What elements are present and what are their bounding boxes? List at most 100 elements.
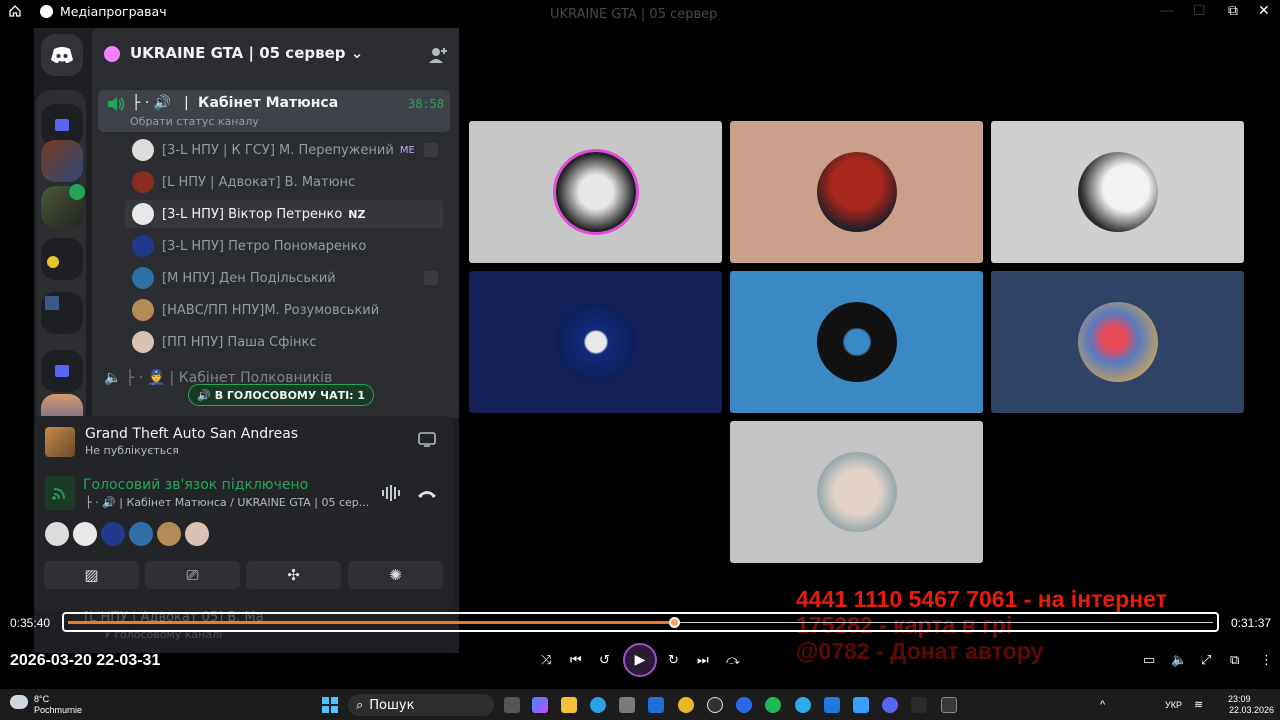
copilot-icon[interactable] [532,697,548,713]
previous-icon[interactable]: ⏮ [570,653,582,668]
voice-connected-channel[interactable]: ├ · 🔊 | Кабінет Матюнса / UKRAINE GTA | … [85,496,369,509]
clock-time[interactable]: 23:09 [1228,694,1251,704]
soundboard-button[interactable]: ✺ [348,561,443,589]
avatar [555,152,636,232]
member-item-hovered[interactable]: [3-L НПУ] Віктор Петренко NZ [125,200,443,228]
minimize-icon[interactable]: — [1160,3,1174,19]
screen-share-icon: ⎚ [186,566,199,584]
overlay-line: @0782 - Донат автору [796,638,1044,664]
start-icon[interactable] [322,697,338,713]
rewind-10-icon[interactable]: ↺ [599,653,610,668]
participant-tile[interactable] [730,271,983,413]
wifi-icon[interactable]: ≋ [1194,698,1203,711]
activity-game: Grand Theft Auto San Andreas [85,426,299,442]
forward-30-icon[interactable]: ↻ [668,653,679,668]
discord-taskbar-icon[interactable] [882,697,898,713]
member-item[interactable]: [3-L НПУ] Петро Пономаренко [132,232,450,260]
add-member-icon[interactable] [428,46,448,64]
next-icon[interactable]: ⏭ [697,653,709,668]
user-panel: Grand Theft Auto San Andreas Не публікує… [34,416,453,612]
fullscreen-icon[interactable]: ⤢ [1201,653,1211,668]
spotify-icon[interactable] [765,697,781,713]
file-explorer-icon[interactable] [561,697,577,713]
title-bar: Медіапрогравач UKRAINE GTA | 05 сервер —… [0,0,1280,24]
task-view-icon[interactable] [504,697,520,713]
clock-date[interactable]: 22.03.2026 [1229,705,1274,715]
member-item[interactable]: [М НПУ] Ден Подільський [132,264,450,292]
camera-off-button[interactable]: ▨ [44,561,139,589]
avatar[interactable] [129,522,153,546]
participant-tile[interactable] [469,121,722,263]
disconnect-icon[interactable] [417,488,437,498]
recording-timestamp: 2026-03-20 22-03-31 [10,652,161,669]
avatar[interactable] [73,522,97,546]
mail-icon[interactable] [648,697,664,713]
member-item[interactable]: [3-L НПУ | К ГСУ] М. Перепужений ME [132,136,450,164]
seek-thumb[interactable] [668,617,680,628]
participant-tile[interactable] [730,421,983,563]
server-icon-gta[interactable] [41,140,83,182]
compact-overlay-icon[interactable]: ⧉ [1228,3,1238,19]
activity-visibility: Не публікується [85,444,179,457]
activities-button[interactable]: ✣ [246,561,341,589]
voice-connected-title[interactable]: Голосовий зв'язок підключено [83,477,308,493]
avatar [132,267,154,289]
member-item[interactable]: [НАВС/ПП НПУ]М. Розумовський [132,296,450,324]
edge-icon[interactable] [590,697,606,713]
vscode-icon[interactable] [824,697,840,713]
discord-home-button[interactable] [41,34,83,76]
telegram-icon[interactable] [795,697,811,713]
media-player-taskbar-icon[interactable] [941,697,957,713]
avatar[interactable] [185,522,209,546]
server-icon-group[interactable] [41,238,83,280]
overlay-line: 4441 1110 5467 7061 - на інтернет [796,586,1167,612]
member-item[interactable]: [L НПУ | Адвокат] В. Матюнс [132,168,450,196]
maximize-icon[interactable]: ☐ [1193,3,1206,19]
participant-tile[interactable] [730,121,983,263]
server-badge-icon [104,46,120,62]
home-icon[interactable] [8,4,22,18]
participant-tile[interactable] [991,271,1244,413]
voice-chat-pill[interactable]: 🔊 В ГОЛОСОВОМУ ЧАТІ: 1 [188,384,375,406]
miniplayer-icon[interactable]: ⧉ [1230,653,1239,668]
github-icon[interactable] [707,697,723,713]
tray-chevron-icon[interactable]: ^ [1100,699,1105,711]
folder-icon-2[interactable] [41,350,83,392]
app-icon[interactable] [736,697,752,713]
more-icon[interactable]: ⋮ [1260,653,1273,668]
activities-icon: ✣ [287,566,300,584]
participant-tile[interactable] [991,121,1244,263]
status-prompt[interactable]: Обрати статус каналу [130,115,259,128]
screen-share-button[interactable]: ⎚ [145,561,240,589]
chrome-icon[interactable] [678,697,694,713]
voice-channel-name: Кабінет Матюнса [198,95,339,111]
taskbar-search[interactable]: ⌕ Пошук [348,694,494,716]
noise-suppression-icon[interactable] [381,484,401,502]
member-item[interactable]: [ПП НПУ] Паша Сфінкс [132,328,450,356]
avatar[interactable] [45,522,69,546]
server-icon-4[interactable] [41,292,83,334]
captions-icon[interactable]: ▭ [1143,653,1155,668]
signal-icon[interactable] [45,476,75,510]
close-icon[interactable]: ✕ [1258,3,1270,19]
avatar[interactable] [157,522,181,546]
weather-icon[interactable] [10,695,28,709]
avatar [132,203,154,225]
play-button[interactable]: ▶ [623,643,657,677]
participant-tile[interactable] [469,271,722,413]
repeat-off-icon[interactable]: ⤼ [726,653,740,668]
avatar[interactable] [101,522,125,546]
media-player-icon [40,5,53,18]
server-icon-active[interactable] [41,184,85,228]
activity-toggle-icon[interactable] [418,432,436,448]
seek-bar[interactable] [62,612,1219,632]
app-icon-2[interactable] [911,697,927,713]
voice-channel-header[interactable]: ├ · 🔊 | Кабінет Матюнса 38:58 Обрати ста… [98,90,450,132]
store-icon[interactable] [619,697,635,713]
volume-icon[interactable]: 🔈 [1171,653,1187,668]
app-title: Медіапрогравач [60,4,167,19]
input-language[interactable]: УКР [1165,700,1182,710]
paint-icon[interactable] [853,697,869,713]
server-name[interactable]: UKRAINE GTA | 05 сервер ⌄ [130,44,363,62]
shuffle-icon[interactable]: ⤨ [541,653,551,668]
